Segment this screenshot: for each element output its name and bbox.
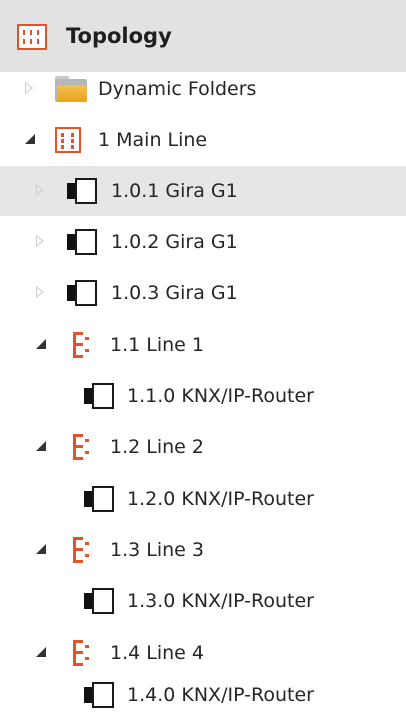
tree-item-device-1-4-0[interactable]: 1.4.0 KNX/IP-Router: [0, 670, 406, 720]
tree-item-device-1-0-2[interactable]: 1.0.2 Gira G1: [0, 217, 406, 267]
line-icon: [71, 537, 91, 563]
device-icon: [84, 486, 114, 512]
tree-item-dynamic-folders[interactable]: Dynamic Folders: [0, 64, 406, 114]
tree-item-label: 1.0.2 Gira G1: [111, 231, 238, 253]
topology-header[interactable]: Topology: [0, 0, 406, 72]
line-icon: [71, 332, 91, 358]
topology-icon: [17, 24, 47, 50]
device-icon: [84, 588, 114, 614]
tree-item-device-1-0-3[interactable]: 1.0.3 Gira G1: [0, 268, 406, 318]
tree-item-label: 1.0.3 Gira G1: [111, 282, 238, 304]
tree-item-device-1-2-0[interactable]: 1.2.0 KNX/IP-Router: [0, 474, 406, 524]
device-icon: [67, 280, 97, 306]
tree-item-label: 1 Main Line: [98, 129, 208, 151]
tree-item-label: 1.4 Line 4: [110, 642, 204, 664]
tree-item-device-1-3-0[interactable]: 1.3.0 KNX/IP-Router: [0, 576, 406, 626]
expand-arrow-icon[interactable]: [25, 82, 33, 94]
tree-item-label: 1.0.1 Gira G1: [111, 180, 238, 202]
panel-title: Topology: [66, 24, 172, 48]
expand-arrow-icon[interactable]: [36, 184, 44, 196]
folder-icon: [55, 76, 87, 102]
tree-item-main-line[interactable]: 1 Main Line: [0, 115, 406, 165]
line-icon: [71, 640, 91, 666]
device-icon: [67, 178, 97, 204]
collapse-arrow-icon[interactable]: [36, 339, 46, 349]
collapse-arrow-icon[interactable]: [36, 441, 46, 451]
tree-item-device-1-0-1[interactable]: 1.0.1 Gira G1: [0, 166, 406, 216]
tree-item-label: 1.3 Line 3: [110, 539, 204, 561]
area-icon: [55, 127, 81, 153]
expand-arrow-icon[interactable]: [36, 235, 44, 247]
device-icon: [84, 383, 114, 409]
tree-item-label: 1.4.0 KNX/IP-Router: [127, 684, 314, 706]
tree-item-label: 1.2.0 KNX/IP-Router: [127, 488, 314, 510]
tree-item-label: 1.1.0 KNX/IP-Router: [127, 385, 314, 407]
expand-arrow-icon[interactable]: [36, 286, 44, 298]
tree-item-label: 1.1 Line 1: [110, 334, 204, 356]
collapse-arrow-icon[interactable]: [25, 134, 35, 144]
tree-item-label: 1.3.0 KNX/IP-Router: [127, 590, 314, 612]
tree-item-device-1-1-0[interactable]: 1.1.0 KNX/IP-Router: [0, 371, 406, 421]
device-icon: [67, 229, 97, 255]
tree-item-label: Dynamic Folders: [98, 78, 257, 100]
tree-item-line-2[interactable]: 1.2 Line 2: [0, 422, 406, 472]
collapse-arrow-icon[interactable]: [36, 647, 46, 657]
tree-item-line-3[interactable]: 1.3 Line 3: [0, 525, 406, 575]
tree-item-line-1[interactable]: 1.1 Line 1: [0, 320, 406, 370]
collapse-arrow-icon[interactable]: [36, 544, 46, 554]
line-icon: [71, 434, 91, 460]
tree-item-label: 1.2 Line 2: [110, 436, 204, 458]
device-icon: [84, 682, 114, 708]
